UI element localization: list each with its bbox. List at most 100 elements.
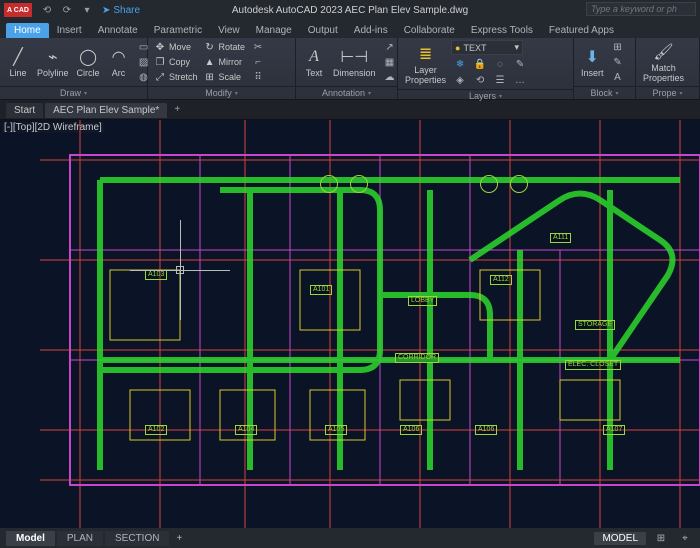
panel-properties: 🖌MatchProperties Prope: [636, 38, 700, 99]
text-icon: A: [303, 46, 325, 68]
panel-annotation: AText ⊢⊣Dimension ↗ ▦ ☁ Annotation: [296, 38, 398, 99]
stretch-button[interactable]: ⤢Stretch: [152, 70, 200, 84]
rotate-button[interactable]: ↻Rotate: [202, 40, 248, 54]
layout-tab-model[interactable]: Model: [6, 531, 55, 546]
room-tag: LOBBY: [408, 296, 437, 306]
redo-icon[interactable]: ⟳: [60, 3, 74, 17]
tab-parametric[interactable]: Parametric: [146, 23, 210, 38]
new-layout-tab[interactable]: +: [171, 533, 187, 544]
scale-button[interactable]: ⊞Scale: [202, 70, 248, 84]
window-title: Autodesk AutoCAD 2023 AEC Plan Elev Samp…: [232, 5, 468, 16]
move-button[interactable]: ✥Move: [152, 40, 200, 54]
room-tag: A111: [550, 233, 571, 243]
circle-button[interactable]: ◯Circle: [74, 40, 103, 84]
text-button[interactable]: AText: [300, 40, 328, 84]
create-block-icon[interactable]: ⊞: [609, 40, 627, 54]
search-input[interactable]: [586, 2, 696, 16]
mirror-icon: ▲: [204, 56, 216, 68]
room-tag: ELEC. CLOSET: [565, 360, 621, 370]
room-tag: A101: [310, 285, 332, 295]
title-bar: A CAD ⟲ ⟳ ▾ ➤Share Autodesk AutoCAD 2023…: [0, 0, 700, 20]
grid-status-icon[interactable]: ⊞: [652, 531, 670, 545]
column-bubble: [480, 175, 498, 193]
status-right: MODEL ⊞ ⌖: [594, 531, 694, 545]
match-icon: 🖌: [653, 41, 675, 63]
dimension-button[interactable]: ⊢⊣Dimension: [330, 40, 379, 84]
snap-status-icon[interactable]: ⌖: [676, 531, 694, 545]
undo-icon[interactable]: ⟲: [40, 3, 54, 17]
panel-draw-title[interactable]: Draw: [0, 86, 147, 100]
layer-iso-icon[interactable]: ◈: [451, 73, 469, 87]
match-properties-button[interactable]: 🖌MatchProperties: [640, 40, 687, 84]
layout-tab-plan[interactable]: PLAN: [57, 531, 103, 546]
tab-manage[interactable]: Manage: [248, 23, 300, 38]
pickbox: [176, 266, 184, 274]
layer-dropdown[interactable]: ●TEXT▾: [451, 40, 523, 55]
fillet-icon[interactable]: ⌐: [249, 55, 267, 69]
trim-icon[interactable]: ✂: [249, 40, 267, 54]
table-icon[interactable]: ▦: [381, 55, 399, 69]
room-tag: CORRIDOR: [395, 353, 439, 363]
scale-icon: ⊞: [204, 71, 216, 83]
tab-insert[interactable]: Insert: [49, 23, 90, 38]
layer-off-icon[interactable]: ◌: [491, 57, 509, 71]
layer-properties-button[interactable]: ≣LayerProperties: [402, 42, 449, 86]
edit-block-icon[interactable]: ✎: [609, 55, 627, 69]
panel-block: ⬇Insert ⊞ ✎ A Block: [574, 38, 636, 99]
layout-tab-section[interactable]: SECTION: [105, 531, 169, 546]
mirror-button[interactable]: ▲Mirror: [202, 55, 248, 69]
panel-properties-title[interactable]: Prope: [636, 86, 699, 100]
tab-express-tools[interactable]: Express Tools: [463, 23, 541, 38]
room-tag: A105: [325, 425, 347, 435]
circle-icon: ◯: [77, 46, 99, 68]
polyline-button[interactable]: ⌁Polyline: [34, 40, 72, 84]
room-tag: A106: [400, 425, 422, 435]
qat-dropdown-icon[interactable]: ▾: [80, 3, 94, 17]
file-tab-active[interactable]: AEC Plan Elev Sample*: [45, 103, 167, 118]
move-icon: ✥: [154, 41, 166, 53]
tab-addins[interactable]: Add-ins: [346, 23, 396, 38]
file-tab-strip: Start AEC Plan Elev Sample* +: [0, 100, 700, 120]
insert-button[interactable]: ⬇Insert: [578, 40, 607, 84]
room-tag: A107: [603, 425, 625, 435]
panel-block-title[interactable]: Block: [574, 86, 635, 100]
tab-featured-apps[interactable]: Featured Apps: [541, 23, 622, 38]
layer-freeze-icon[interactable]: ❄: [451, 57, 469, 71]
panel-draw: ╱Line ⌁Polyline ◯Circle ◠Arc ▭ ▨ ◍ Draw: [0, 38, 148, 99]
new-file-tab[interactable]: +: [169, 104, 185, 115]
layers-icon: ≣: [415, 43, 437, 65]
panel-modify-title[interactable]: Modify: [148, 86, 295, 100]
line-button[interactable]: ╱Line: [4, 40, 32, 84]
insert-icon: ⬇: [581, 46, 603, 68]
leader-icon[interactable]: ↗: [381, 40, 399, 54]
arc-button[interactable]: ◠Arc: [105, 40, 133, 84]
share-button[interactable]: ➤Share: [102, 5, 140, 16]
column-bubble: [320, 175, 338, 193]
panel-annotation-title[interactable]: Annotation: [296, 86, 397, 100]
tab-home[interactable]: Home: [6, 23, 49, 38]
layer-match-icon[interactable]: ✎: [511, 57, 529, 71]
tab-output[interactable]: Output: [300, 23, 346, 38]
panel-layers-title[interactable]: Layers: [398, 89, 573, 103]
app-logo[interactable]: A CAD: [4, 3, 32, 17]
tab-view[interactable]: View: [210, 23, 248, 38]
room-tag: A112: [490, 275, 512, 285]
layer-prev-icon[interactable]: ⟲: [471, 73, 489, 87]
room-tag: A104: [235, 425, 257, 435]
line-icon: ╱: [7, 46, 29, 68]
polyline-icon: ⌁: [42, 46, 64, 68]
copy-button[interactable]: ❐Copy: [152, 55, 200, 69]
layer-more-icon[interactable]: …: [511, 73, 529, 87]
file-tab-start[interactable]: Start: [6, 103, 43, 118]
cloud-icon[interactable]: ☁: [381, 70, 399, 84]
attr-icon[interactable]: A: [609, 70, 627, 84]
tab-collaborate[interactable]: Collaborate: [396, 23, 463, 38]
panel-modify: ✥Move ❐Copy ⤢Stretch ↻Rotate ▲Mirror ⊞Sc…: [148, 38, 296, 99]
layer-lock-icon[interactable]: 🔒: [471, 57, 489, 71]
modelspace-toggle[interactable]: MODEL: [594, 532, 646, 545]
drawing-canvas[interactable]: [-][Top][2D Wireframe]: [0, 120, 700, 528]
array-icon[interactable]: ⠿: [249, 70, 267, 84]
layer-state-icon[interactable]: ☰: [491, 73, 509, 87]
tab-annotate[interactable]: Annotate: [90, 23, 146, 38]
arc-icon: ◠: [108, 46, 130, 68]
